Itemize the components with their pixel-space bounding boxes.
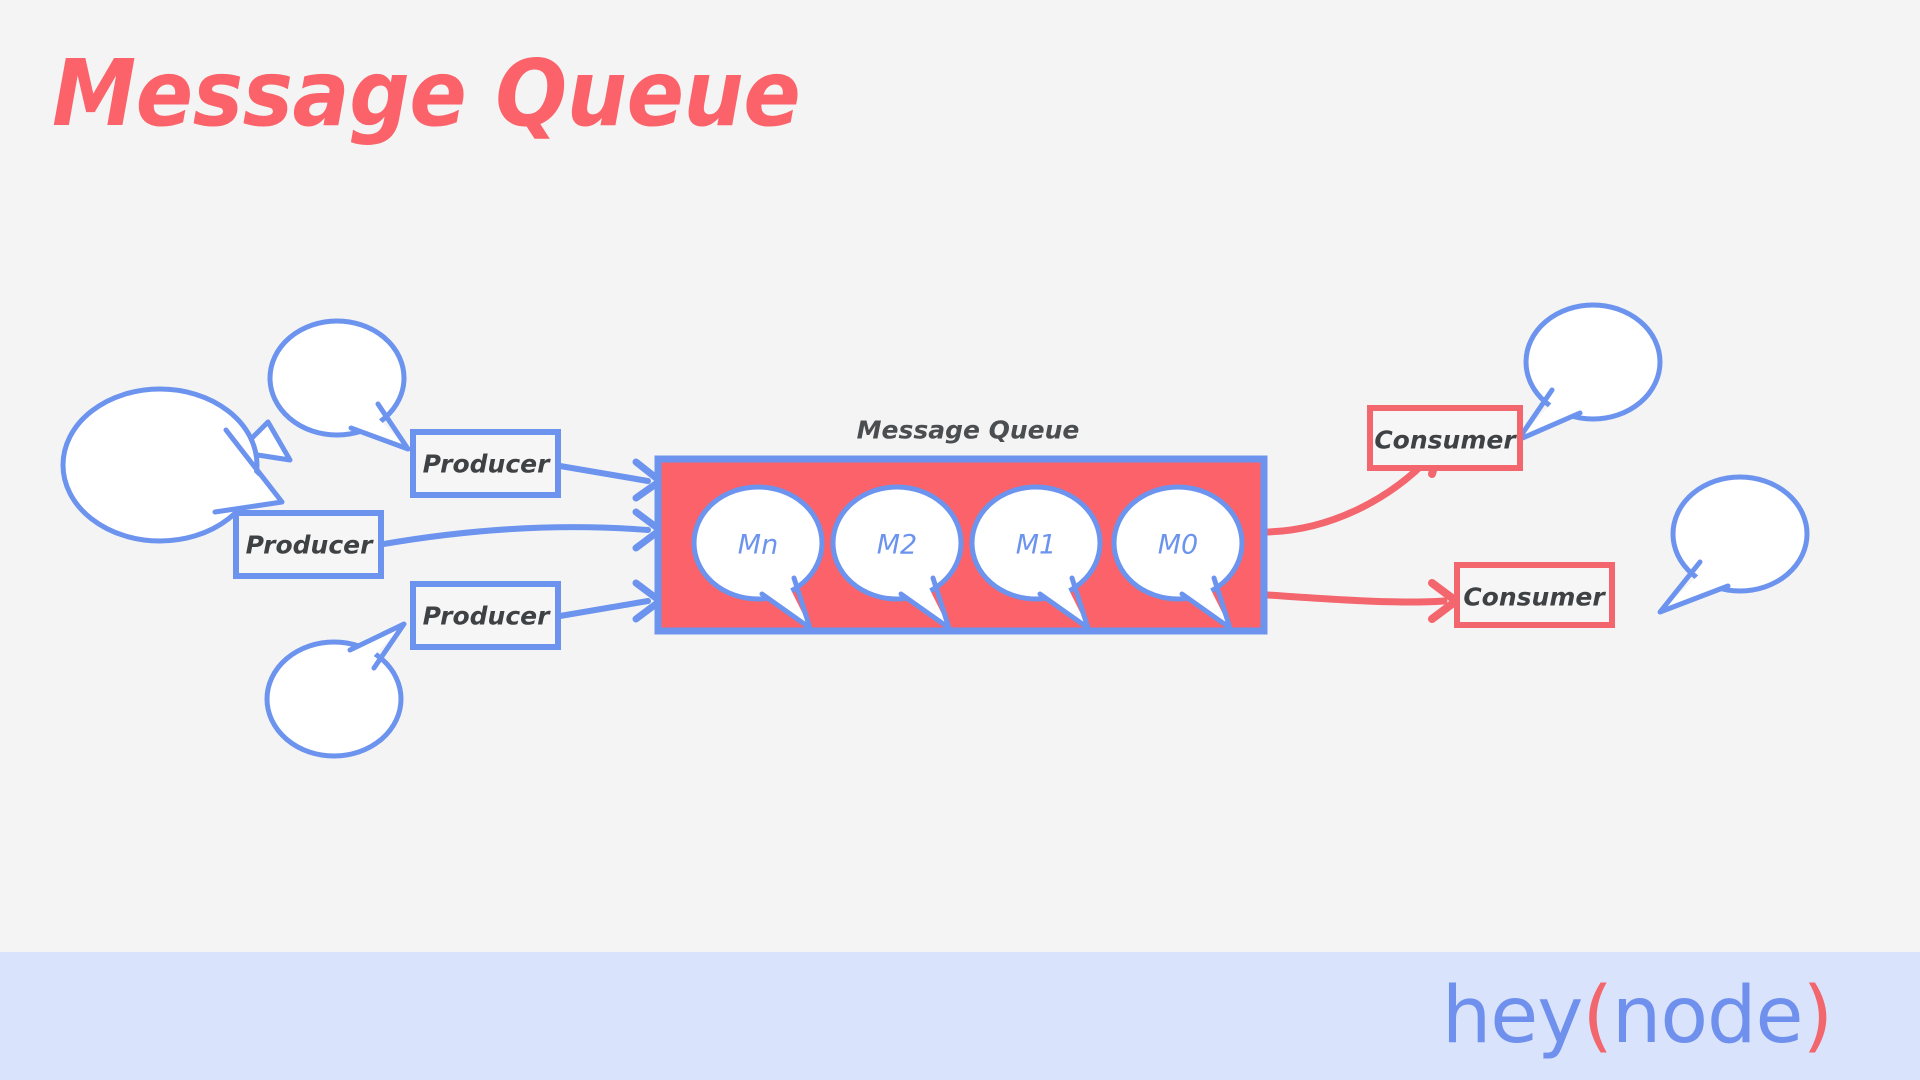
producer-arrow-2: [375, 508, 664, 552]
bottom-banner: hey(node): [0, 952, 1920, 1080]
producer-arrow-3: [557, 579, 664, 623]
producer-box-3[interactable]: [410, 581, 561, 650]
message-queue-diagram: [60, 302, 1810, 759]
producer-bubble-upper: [267, 318, 411, 452]
logo-paren-open: (: [1582, 971, 1612, 1061]
consumer-bubble-lower: [1657, 474, 1810, 615]
consumer-arrows-group: [1264, 441, 1460, 623]
logo-paren-close: ): [1802, 971, 1833, 1061]
producer-box-1[interactable]: [410, 429, 561, 498]
consumer-box-2[interactable]: [1454, 562, 1615, 628]
consumer-arrow-2: [1264, 579, 1460, 623]
producer-arrow-1: [557, 458, 664, 502]
consumer-bubble-upper: [1515, 302, 1663, 443]
producer-box-2[interactable]: [233, 510, 384, 579]
logo-text-hey: hey: [1441, 971, 1584, 1061]
slide-canvas: Message Queue Message Queue Producer Pro…: [0, 0, 1920, 1080]
logo-text-node: node: [1611, 971, 1804, 1061]
heynode-logo: hey(node): [1442, 977, 1833, 1055]
producer-bubble-lower: [264, 621, 407, 759]
consumer-box-1[interactable]: [1367, 405, 1523, 471]
message-queue-caption: Message Queue: [856, 415, 1080, 445]
